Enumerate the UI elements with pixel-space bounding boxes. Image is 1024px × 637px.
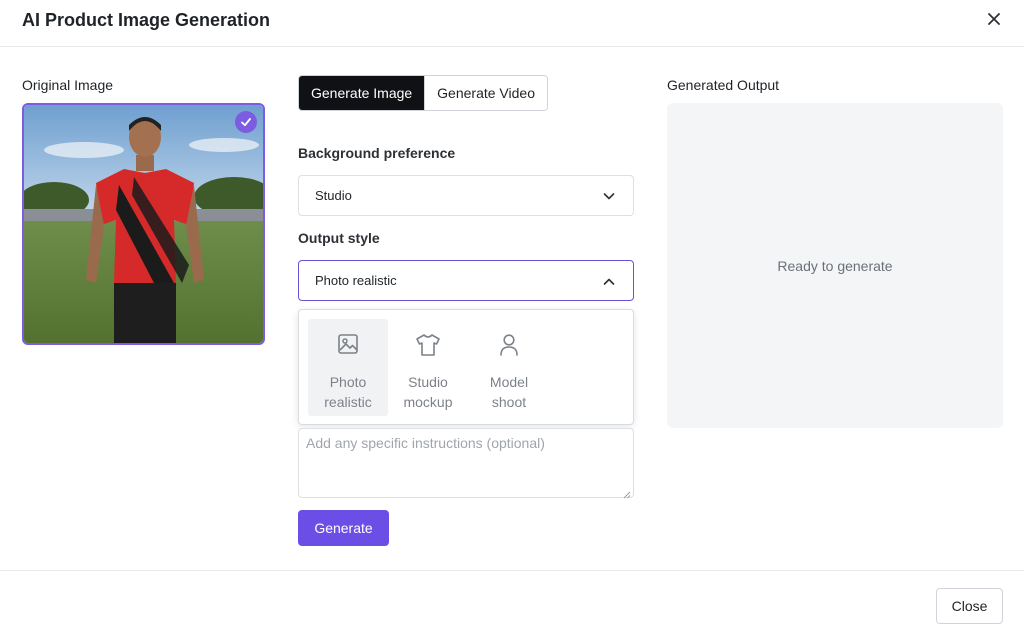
generated-output-label: Generated Output [667, 77, 780, 93]
output-preview: Ready to generate [667, 103, 1003, 428]
close-icon[interactable] [984, 9, 1004, 29]
resize-grip-icon[interactable] [622, 486, 631, 504]
tab-generate-image[interactable]: Generate Image [299, 76, 425, 110]
output-style-select[interactable]: Photo realistic [298, 260, 634, 301]
close-button[interactable]: Close [936, 588, 1003, 624]
original-image[interactable] [22, 103, 265, 345]
style-option-line2: shoot [491, 394, 527, 410]
instructions-input[interactable] [298, 428, 634, 498]
modal-header: AI Product Image Generation [0, 0, 1024, 47]
background-preference-select[interactable]: Studio [298, 175, 634, 216]
background-preference-value: Studio [315, 188, 352, 203]
modal-dialog: AI Product Image Generation Original Ima… [0, 0, 1024, 637]
image-icon [337, 333, 359, 360]
style-option-line2: realistic [324, 394, 372, 410]
generate-button[interactable]: Generate [298, 510, 389, 546]
output-style-dropdown: Photo realistic Studio mockup Model shoo… [298, 309, 634, 425]
style-option-line1: Studio [408, 374, 448, 390]
modal-title: AI Product Image Generation [22, 10, 271, 30]
background-preference-label: Background preference [298, 145, 456, 161]
output-style-label: Output style [298, 230, 380, 246]
output-status: Ready to generate [777, 257, 893, 274]
checkmark-icon [235, 111, 257, 133]
modal-footer: Close [0, 570, 1024, 637]
style-option-line1: Photo [329, 374, 367, 390]
style-option-photo-realistic[interactable]: Photo realistic [308, 319, 388, 416]
style-option-line2: mockup [403, 394, 453, 410]
tab-generate-video[interactable]: Generate Video [424, 76, 547, 110]
chevron-down-icon [603, 188, 615, 203]
person-icon [498, 333, 520, 362]
mode-tabs: Generate Image Generate Video [298, 75, 548, 111]
style-option-model-shoot[interactable]: Model shoot [469, 319, 549, 416]
output-style-value: Photo realistic [315, 273, 397, 288]
style-option-studio-mockup[interactable]: Studio mockup [388, 319, 468, 416]
style-option-line1: Model [489, 374, 529, 390]
original-image-label: Original Image [22, 77, 114, 93]
chevron-up-icon [603, 273, 615, 288]
tshirt-icon [415, 333, 441, 362]
